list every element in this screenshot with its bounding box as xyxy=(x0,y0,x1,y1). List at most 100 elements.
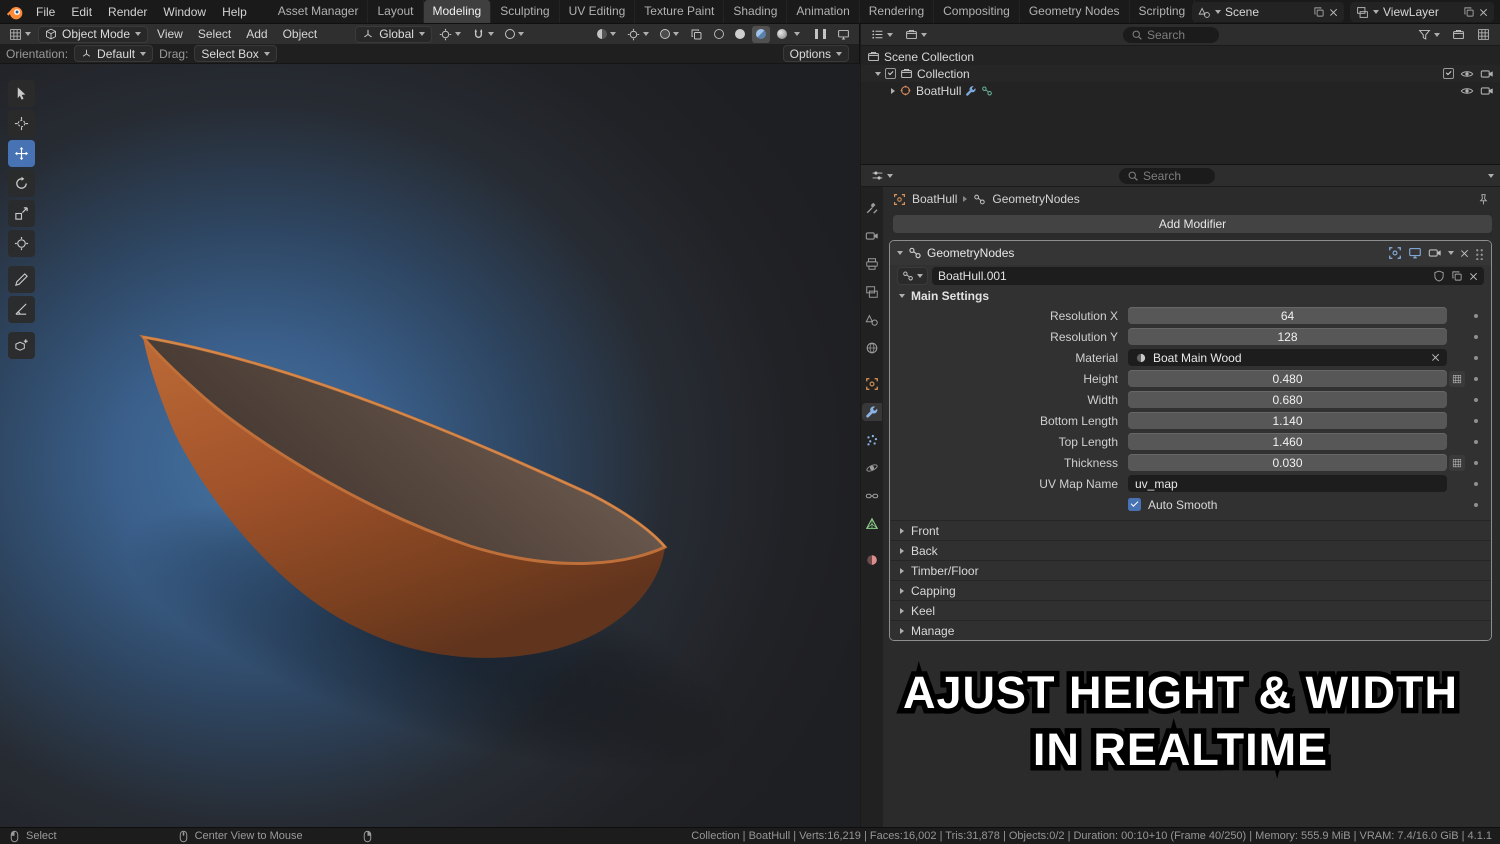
properties-editor-type-button[interactable] xyxy=(867,167,897,184)
decorator-dot[interactable] xyxy=(1474,461,1478,465)
menu-render[interactable]: Render xyxy=(100,0,155,24)
transform-orientation-dropdown[interactable]: Global xyxy=(355,26,432,43)
scene-selector[interactable]: Scene xyxy=(1192,2,1344,22)
resolution-y-slider[interactable]: 128 xyxy=(1128,328,1447,345)
outliner-filter-button[interactable] xyxy=(1414,26,1444,43)
display-realtime-icon[interactable] xyxy=(1408,246,1422,260)
properties-search-input[interactable]: Search xyxy=(1119,168,1215,184)
tool-annotate[interactable] xyxy=(8,266,35,293)
outliner-options-button[interactable] xyxy=(1473,26,1494,43)
view-layer-selector[interactable]: ViewLayer xyxy=(1350,2,1494,22)
shading-rendered-button[interactable] xyxy=(773,26,791,43)
decorator-dot[interactable] xyxy=(1474,377,1478,381)
fake-user-shield-icon[interactable] xyxy=(1433,270,1445,282)
new-view-layer-icon[interactable] xyxy=(1463,6,1475,18)
workspace-tab-modeling[interactable]: Modeling xyxy=(424,0,492,23)
main-settings-header[interactable]: Main Settings xyxy=(890,287,1491,305)
outliner-display-mode-button[interactable] xyxy=(901,26,931,43)
collection-exclude-checkbox[interactable] xyxy=(885,68,896,79)
height-slider[interactable]: 0.480 xyxy=(1128,370,1447,387)
decorator-dot[interactable] xyxy=(1474,482,1478,486)
blender-logo-icon[interactable] xyxy=(6,3,24,21)
menu-file[interactable]: File xyxy=(28,0,63,24)
viewport-menu-select[interactable]: Select xyxy=(192,27,237,41)
breadcrumb-modifier[interactable]: GeometryNodes xyxy=(992,192,1079,206)
tool-rotate[interactable] xyxy=(8,170,35,197)
visibility-dropdown-button[interactable] xyxy=(593,26,620,43)
remove-view-layer-icon[interactable] xyxy=(1479,8,1488,17)
tab-render[interactable] xyxy=(862,227,882,245)
decorator-dot[interactable] xyxy=(1474,335,1478,339)
tab-world[interactable] xyxy=(862,339,882,357)
section-manage[interactable]: Manage xyxy=(890,620,1491,640)
tool-transform[interactable] xyxy=(8,230,35,257)
viewport-canvas[interactable] xyxy=(0,64,860,827)
section-back[interactable]: Back xyxy=(890,540,1491,560)
workspace-tab-compositing[interactable]: Compositing xyxy=(934,0,1020,23)
shading-material-button[interactable] xyxy=(752,26,770,43)
new-collection-button[interactable] xyxy=(1448,26,1469,43)
menu-window[interactable]: Window xyxy=(155,0,214,24)
tab-particles[interactable] xyxy=(862,431,882,449)
input-attribute-toggle[interactable] xyxy=(1449,371,1465,387)
tool-scale[interactable] xyxy=(8,200,35,227)
tool-select-box[interactable] xyxy=(8,80,35,107)
duplicate-node-group-icon[interactable] xyxy=(1451,270,1463,282)
render-preview-button[interactable] xyxy=(833,26,854,43)
resolution-x-slider[interactable]: 64 xyxy=(1128,307,1447,324)
xray-toggle-button[interactable] xyxy=(686,26,707,43)
workspace-tab-sculpting[interactable]: Sculpting xyxy=(491,0,559,23)
outliner-search-input[interactable]: Search xyxy=(1123,27,1219,43)
auto-smooth-checkbox[interactable] xyxy=(1128,498,1141,511)
tool-add-cube[interactable] xyxy=(8,332,35,359)
disable-render-icon[interactable] xyxy=(1480,84,1494,98)
node-group-field[interactable]: BoatHull.001 xyxy=(932,267,1484,285)
decorator-dot[interactable] xyxy=(1474,440,1478,444)
outliner-editor-type-button[interactable] xyxy=(867,26,897,43)
options-dropdown[interactable]: Options xyxy=(783,45,849,62)
modifier-header[interactable]: GeometryNodes xyxy=(890,241,1491,265)
hide-viewport-icon[interactable] xyxy=(1460,84,1474,98)
pin-icon[interactable] xyxy=(1477,193,1490,206)
decorator-dot[interactable] xyxy=(1474,356,1478,360)
shading-wireframe-button[interactable] xyxy=(710,26,728,43)
modifier-extras-icon[interactable] xyxy=(1448,251,1454,255)
unlink-node-group-icon[interactable] xyxy=(1469,272,1478,281)
tab-object[interactable] xyxy=(862,375,882,393)
workspace-tab-layout[interactable]: Layout xyxy=(368,0,423,23)
mode-dropdown[interactable]: Object Mode xyxy=(38,26,148,43)
breadcrumb-object[interactable]: BoatHull xyxy=(912,192,957,206)
hide-viewport-icon[interactable] xyxy=(1460,67,1474,81)
workspace-tab-shading[interactable]: Shading xyxy=(724,0,787,23)
display-in-editmode-icon[interactable] xyxy=(1388,246,1402,260)
outliner-row-collection[interactable]: Collection xyxy=(861,65,1500,82)
drag-setting-dropdown[interactable]: Select Box xyxy=(194,45,276,62)
input-attribute-toggle[interactable] xyxy=(1449,455,1465,471)
new-scene-icon[interactable] xyxy=(1313,6,1325,18)
properties-options-icon[interactable] xyxy=(1488,174,1494,178)
tab-output[interactable] xyxy=(862,255,882,273)
viewport-menu-view[interactable]: View xyxy=(151,27,189,41)
viewport-menu-object[interactable]: Object xyxy=(277,27,324,41)
tool-measure[interactable] xyxy=(8,296,35,323)
display-render-icon[interactable] xyxy=(1428,246,1442,260)
object-expand-icon[interactable] xyxy=(891,88,895,94)
show-gizmo-button[interactable] xyxy=(623,26,653,43)
top-length-slider[interactable]: 1.460 xyxy=(1128,433,1447,450)
browse-node-group-button[interactable] xyxy=(897,267,928,285)
tab-constraints[interactable] xyxy=(862,487,882,505)
add-modifier-button[interactable]: Add Modifier xyxy=(893,215,1492,233)
thickness-slider[interactable]: 0.030 xyxy=(1128,454,1447,471)
collection-selectable-checkbox[interactable] xyxy=(1443,68,1454,79)
workspace-tab-animation[interactable]: Animation xyxy=(787,0,859,23)
show-overlays-button[interactable] xyxy=(656,26,683,43)
modifier-name[interactable]: GeometryNodes xyxy=(927,246,1014,260)
editor-type-button[interactable] xyxy=(5,26,35,43)
disable-render-icon[interactable] xyxy=(1480,67,1494,81)
section-capping[interactable]: Capping xyxy=(890,580,1491,600)
tab-material[interactable] xyxy=(862,551,882,569)
width-slider[interactable]: 0.680 xyxy=(1128,391,1447,408)
workspace-tab-texture-paint[interactable]: Texture Paint xyxy=(635,0,724,23)
workspace-tab-asset-manager[interactable]: Asset Manager xyxy=(269,0,369,23)
unlink-scene-icon[interactable] xyxy=(1329,8,1338,17)
